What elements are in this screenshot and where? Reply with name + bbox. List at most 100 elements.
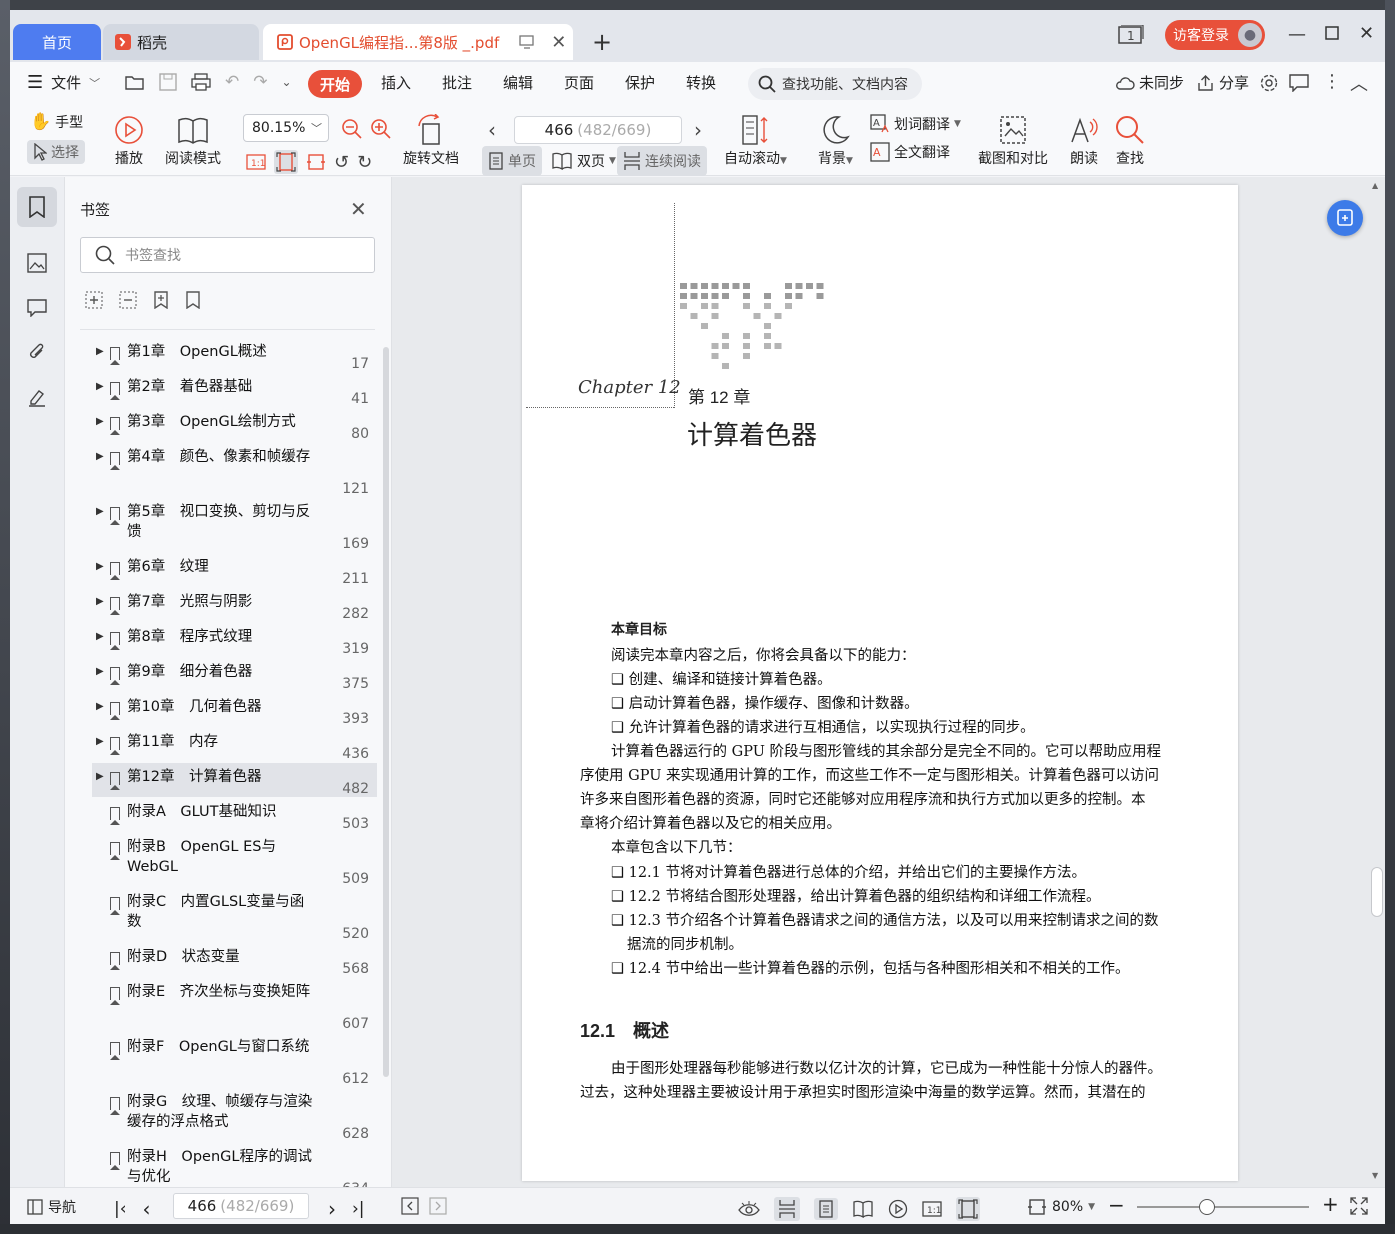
status-page-input[interactable]: 466 (482/669) — [173, 1193, 309, 1219]
menu-tab-edit[interactable]: 编辑 — [503, 72, 533, 93]
zoom-out-button[interactable]: − — [1108, 1193, 1125, 1217]
select-tool-button[interactable]: 选择 — [27, 140, 85, 164]
expand-arrow-icon[interactable]: ▶ — [96, 346, 104, 357]
bookmark-item[interactable]: ▶ 第1章 OpenGL概述 17 — [92, 338, 377, 372]
background-button[interactable]: 背景▼ — [818, 112, 853, 168]
bookmark-item[interactable]: ▶ 第2章 着色器基础 41 — [92, 373, 377, 407]
read-mode-button[interactable]: 阅读模式 — [165, 112, 221, 168]
continuous-read-button[interactable]: 连续阅读 — [617, 146, 707, 176]
settings-icon[interactable] — [1259, 73, 1279, 93]
expand-arrow-icon[interactable]: ▶ — [96, 451, 104, 462]
bookmark-scrollbar[interactable] — [383, 347, 389, 1077]
bookmark-item[interactable]: ▶ 第5章 视口变换、剪切与反馈 169 — [92, 498, 377, 552]
save-icon[interactable] — [159, 73, 177, 91]
page-count-icon[interactable]: 1 — [1117, 25, 1145, 45]
share-button[interactable]: 分享 — [1197, 72, 1249, 93]
zoom-in-icon[interactable] — [370, 118, 392, 140]
last-page-icon[interactable]: ›| — [352, 1199, 365, 1219]
menu-tab-insert[interactable]: 插入 — [381, 72, 411, 93]
actual-size-icon[interactable]: 1:1 — [922, 1200, 942, 1218]
print-icon[interactable] — [191, 73, 211, 91]
maximize-icon[interactable] — [1325, 26, 1339, 40]
menu-tab-page[interactable]: 页面 — [564, 72, 594, 93]
actual-size-icon[interactable]: 1:1 — [246, 153, 266, 171]
find-button[interactable]: 查找 — [1114, 112, 1146, 168]
double-page-button[interactable]: 双页 ▼ — [545, 146, 622, 176]
feature-search-input[interactable]: 查找功能、文档内容 — [748, 68, 922, 100]
expand-arrow-icon[interactable]: ▶ — [96, 561, 104, 572]
bookmark-item[interactable]: ▶ 第11章 内存 436 — [92, 728, 377, 762]
open-folder-icon[interactable] — [125, 73, 145, 91]
menu-tab-protect[interactable]: 保护 — [625, 72, 655, 93]
expand-arrow-icon[interactable]: ▶ — [96, 416, 104, 427]
zoom-slider-knob[interactable] — [1199, 1199, 1215, 1215]
bookmark-item[interactable]: 附录G 纹理、帧缓存与渲染缓存的浮点格式 628 — [92, 1088, 377, 1142]
expand-arrow-icon[interactable]: ▶ — [96, 666, 104, 677]
tab-home[interactable]: 首页 — [13, 24, 101, 60]
tab-window-icon[interactable] — [519, 35, 535, 49]
zoom-select[interactable]: 80.15% ﹀ — [243, 114, 329, 142]
first-page-icon[interactable]: |‹ — [114, 1199, 127, 1219]
expand-arrow-icon[interactable]: ▶ — [96, 771, 104, 782]
continuous-read-icon[interactable] — [774, 1197, 800, 1221]
tab-pdf-document[interactable]: OpenGL编程指...第8版 _.pdf ✕ — [263, 24, 573, 60]
bookmark-item[interactable]: ▶ 第8章 程序式纹理 319 — [92, 623, 377, 657]
minimize-icon[interactable]: — — [1288, 24, 1306, 45]
bookmark-item[interactable]: 附录C 内置GLSL变量与函数 520 — [92, 888, 377, 942]
next-page-icon[interactable]: › — [328, 1197, 336, 1221]
float-action-button[interactable] — [1327, 200, 1363, 236]
new-tab-button[interactable]: + — [588, 28, 616, 56]
eye-protection-icon[interactable] — [738, 1200, 760, 1218]
bookmark-item[interactable]: 附录B OpenGL ES与WebGL 509 — [92, 833, 377, 887]
close-window-icon[interactable]: ✕ — [1359, 23, 1374, 44]
single-page-icon[interactable] — [814, 1198, 838, 1220]
bookmark-panel-button[interactable] — [17, 187, 57, 227]
bookmark-search-input[interactable]: 书签查找 — [80, 237, 375, 273]
hand-tool-button[interactable]: ✋ 手型 — [30, 112, 83, 132]
fullscreen-icon[interactable] — [1350, 1197, 1368, 1215]
fit-page-icon[interactable] — [956, 1197, 980, 1221]
signature-panel-button[interactable] — [17, 377, 57, 417]
bookmark-item[interactable]: ▶ 第3章 OpenGL绘制方式 80 — [92, 408, 377, 442]
attachment-panel-button[interactable] — [17, 332, 57, 372]
bookmark-item[interactable]: 附录E 齐次坐标与变换矩阵 607 — [92, 978, 377, 1032]
zoom-slider[interactable] — [1137, 1199, 1309, 1215]
document-viewer[interactable]: Chapter 12 第 12 章 计算着色器 本章目标 阅读完本章内容之后，你… — [392, 177, 1385, 1187]
sync-status-button[interactable]: 未同步 — [1115, 72, 1184, 93]
bookmark-item[interactable]: 附录D 状态变量 568 — [92, 943, 377, 977]
screenshot-compare-button[interactable]: 截图和对比 — [978, 112, 1048, 168]
add-bookmark-icon[interactable] — [153, 291, 169, 309]
auto-scroll-button[interactable]: 自动滚动▼ — [724, 112, 787, 168]
bookmark-item[interactable]: 附录A GLUT基础知识 503 — [92, 798, 377, 832]
bookmark-item[interactable]: ▶ 第6章 纹理 211 — [92, 553, 377, 587]
play-icon[interactable] — [888, 1199, 908, 1219]
next-page-icon[interactable]: › — [694, 118, 702, 142]
navigation-toggle[interactable]: 导航 — [27, 1197, 76, 1217]
bookmark-item[interactable]: ▶ 第4章 颜色、像素和帧缓存 121 — [92, 443, 377, 497]
bookmark-item[interactable]: ▶ 第10章 几何着色器 393 — [92, 693, 377, 727]
expand-arrow-icon[interactable]: ▶ — [96, 631, 104, 642]
expand-arrow-icon[interactable]: ▶ — [96, 596, 104, 607]
undo-icon[interactable]: ↶ — [225, 72, 239, 92]
page-number-input[interactable]: 466 (482/669) — [514, 116, 682, 144]
menu-tab-convert[interactable]: 转换 — [686, 72, 716, 93]
fit-page-icon[interactable] — [274, 150, 298, 174]
tab-close-icon[interactable]: ✕ — [551, 32, 566, 53]
document-scrollbar-thumb[interactable] — [1371, 867, 1383, 917]
collapse-ribbon-icon[interactable]: ︿ — [1350, 70, 1368, 96]
bookmark-item[interactable]: ▶ 第7章 光照与阴影 282 — [92, 588, 377, 622]
close-panel-icon[interactable]: ✕ — [350, 197, 367, 221]
zoom-out-icon[interactable] — [341, 118, 363, 140]
expand-arrow-icon[interactable]: ▶ — [96, 381, 104, 392]
expand-arrow-icon[interactable]: ▶ — [96, 736, 104, 747]
prev-page-icon[interactable]: ‹ — [143, 1197, 151, 1221]
redo-icon[interactable]: ↷ — [253, 72, 267, 92]
comment-icon[interactable] — [1289, 74, 1309, 92]
back-icon[interactable] — [401, 1197, 419, 1215]
forward-icon[interactable] — [429, 1197, 447, 1215]
tab-daoke[interactable]: 稻壳 — [103, 24, 259, 60]
annotation-panel-button[interactable] — [17, 288, 57, 328]
expand-arrow-icon[interactable]: ▶ — [96, 506, 104, 517]
rotate-right-icon[interactable]: ↻ — [357, 152, 372, 173]
read-aloud-button[interactable]: 朗读 — [1068, 112, 1100, 168]
